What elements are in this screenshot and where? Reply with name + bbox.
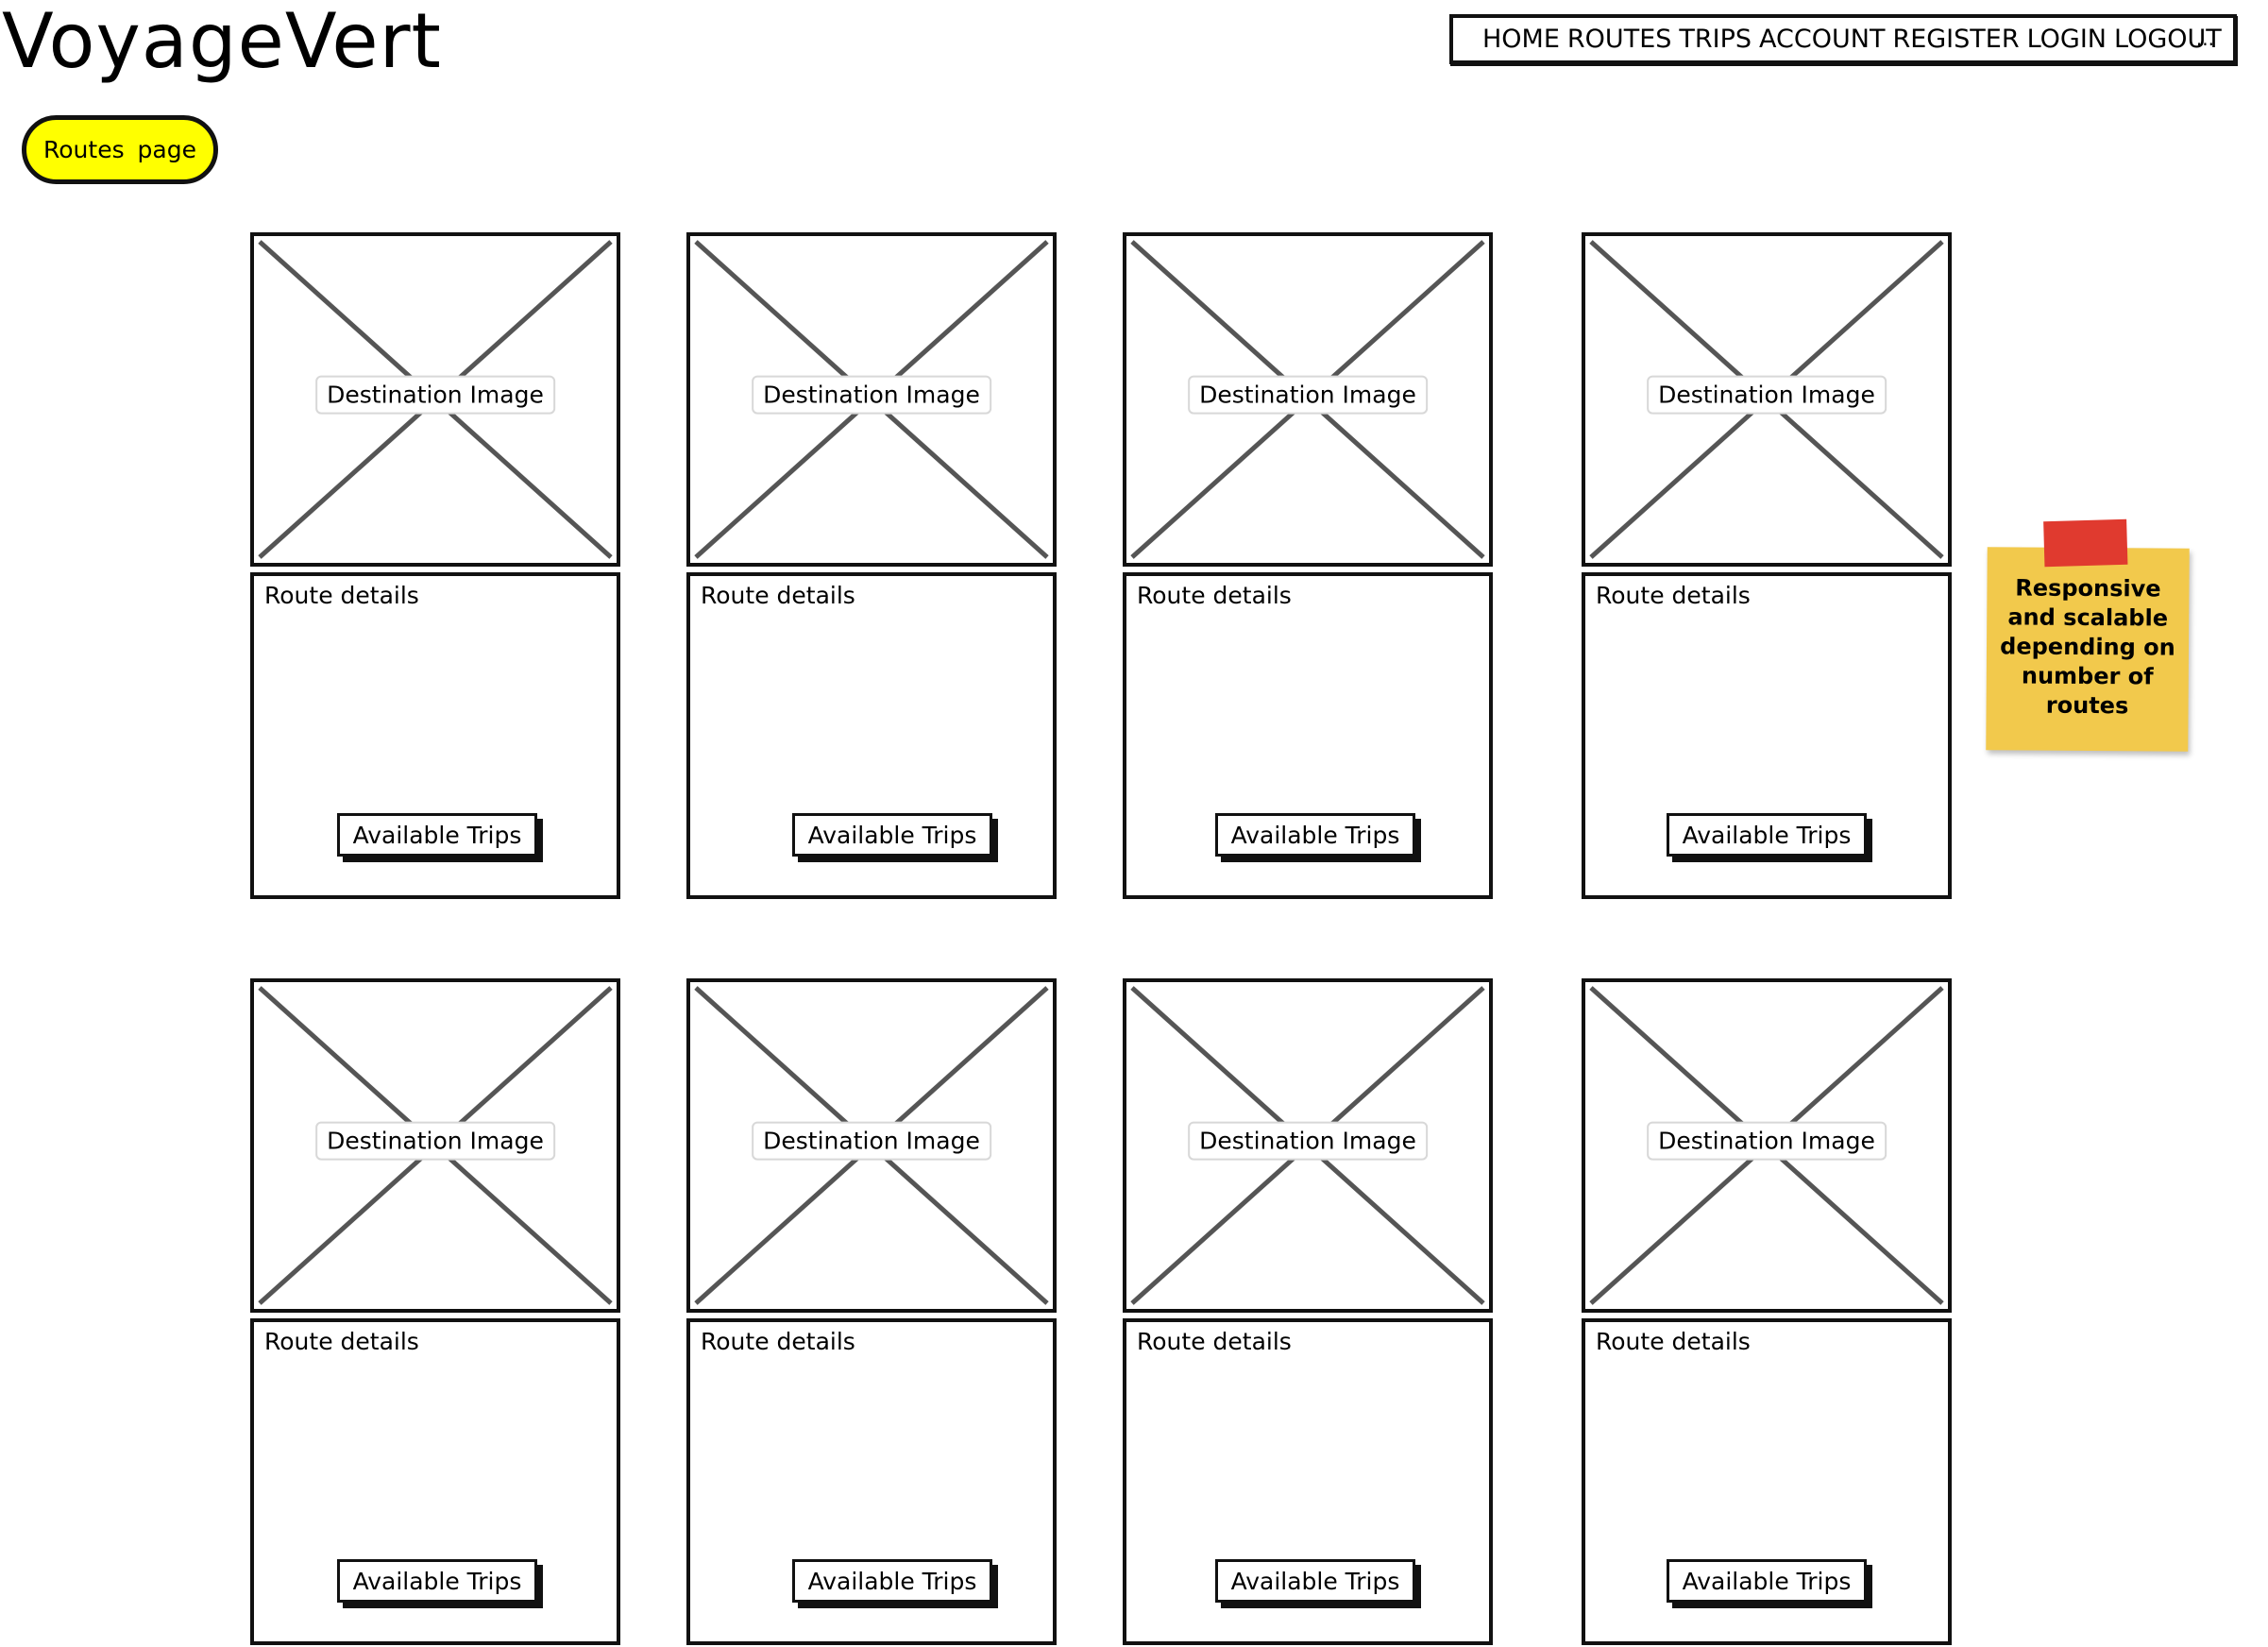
route-details-panel: Route details Available Trips xyxy=(1582,572,1952,899)
destination-image-label: Destination Image xyxy=(752,1121,991,1161)
destination-image: Destination Image xyxy=(1582,232,1952,567)
destination-image: Destination Image xyxy=(250,232,620,567)
app-logo: VoyageVert xyxy=(2,0,442,85)
destination-image: Destination Image xyxy=(250,978,620,1313)
nav-more-menu[interactable]: ... xyxy=(2196,27,2214,50)
nav-item-home[interactable]: HOME xyxy=(1482,25,1560,54)
nav-item-register[interactable]: REGISTER xyxy=(1892,25,2019,54)
available-trips-button[interactable]: Available Trips xyxy=(792,813,992,857)
route-details-panel: Route details Available Trips xyxy=(1123,572,1493,899)
destination-image: Destination Image xyxy=(1123,978,1493,1313)
destination-image-label: Destination Image xyxy=(1647,1121,1887,1161)
route-details-label: Route details xyxy=(701,1328,855,1355)
route-details-panel: Route details Available Trips xyxy=(1582,1318,1952,1645)
available-trips-button[interactable]: Available Trips xyxy=(337,1559,537,1603)
destination-image: Destination Image xyxy=(686,978,1057,1313)
destination-image-label: Destination Image xyxy=(1188,375,1428,415)
nav-item-account[interactable]: ACCOUNT xyxy=(1759,25,1885,54)
destination-image-label: Destination Image xyxy=(315,1121,555,1161)
route-details-panel: Route details Available Trips xyxy=(250,1318,620,1645)
destination-image-label: Destination Image xyxy=(315,375,555,415)
main-nav: HOME ROUTES TRIPS ACCOUNT REGISTER LOGIN… xyxy=(1449,14,2237,64)
available-trips-button[interactable]: Available Trips xyxy=(1215,1559,1415,1603)
destination-image: Destination Image xyxy=(1582,978,1952,1313)
destination-image-label: Destination Image xyxy=(1188,1121,1428,1161)
available-trips-button[interactable]: Available Trips xyxy=(337,813,537,857)
available-trips-button[interactable]: Available Trips xyxy=(1667,1559,1867,1603)
route-details-panel: Route details Available Trips xyxy=(686,572,1057,899)
available-trips-button[interactable]: Available Trips xyxy=(1667,813,1867,857)
nav-item-trips[interactable]: TRIPS xyxy=(1679,25,1752,54)
route-details-label: Route details xyxy=(1137,1328,1292,1355)
nav-item-routes[interactable]: ROUTES xyxy=(1567,25,1671,54)
route-details-panel: Route details Available Trips xyxy=(1123,1318,1493,1645)
tape-icon xyxy=(2043,518,2128,568)
destination-image-label: Destination Image xyxy=(1647,375,1887,415)
route-details-panel: Route details Available Trips xyxy=(686,1318,1057,1645)
destination-image-label: Destination Image xyxy=(752,375,991,415)
sticky-note-text: Responsive and scalable depending on num… xyxy=(2000,574,2175,720)
route-details-panel: Route details Available Trips xyxy=(250,572,620,899)
route-details-label: Route details xyxy=(264,582,419,609)
nav-item-login[interactable]: LOGIN xyxy=(2027,25,2107,54)
route-details-label: Route details xyxy=(1137,582,1292,609)
destination-image: Destination Image xyxy=(1123,232,1493,567)
route-details-label: Route details xyxy=(1596,582,1751,609)
route-details-label: Route details xyxy=(1596,1328,1751,1355)
available-trips-button[interactable]: Available Trips xyxy=(1215,813,1415,857)
destination-image: Destination Image xyxy=(686,232,1057,567)
sticky-note: Responsive and scalable depending on num… xyxy=(1986,518,2190,752)
available-trips-button[interactable]: Available Trips xyxy=(792,1559,992,1603)
route-details-label: Route details xyxy=(701,582,855,609)
route-details-label: Route details xyxy=(264,1328,419,1355)
page-title-badge: Routes page xyxy=(22,115,218,184)
